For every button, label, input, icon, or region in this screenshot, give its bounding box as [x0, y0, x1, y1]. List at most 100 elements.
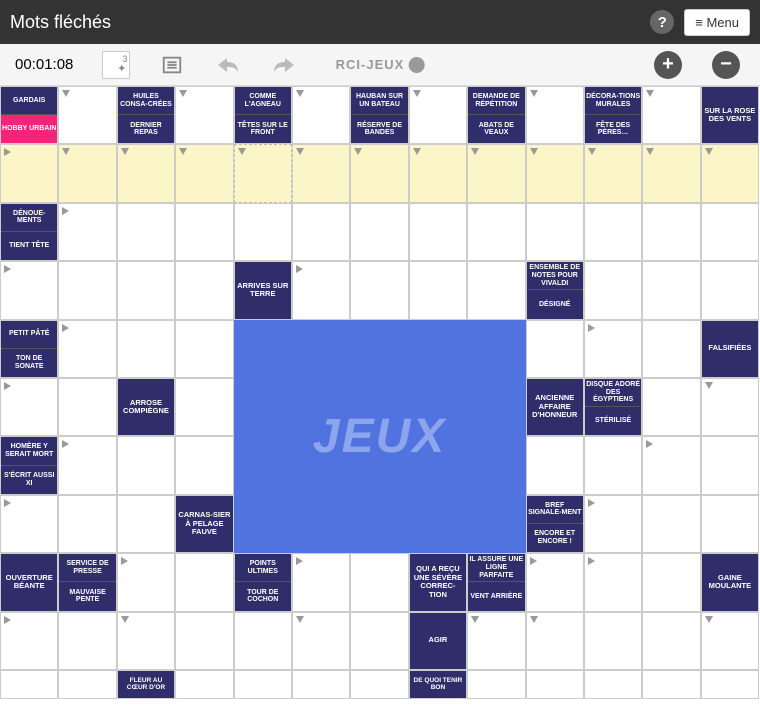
grid-cell[interactable] — [467, 203, 525, 261]
grid-cell[interactable] — [58, 436, 116, 494]
grid-cell[interactable] — [642, 320, 700, 378]
menu-button[interactable]: ≡ Menu — [684, 9, 750, 36]
grid-cell[interactable] — [292, 553, 350, 611]
grid-cell[interactable] — [584, 670, 642, 699]
grid-cell[interactable] — [526, 612, 584, 670]
zoom-out-button[interactable]: − — [712, 51, 740, 79]
grid-cell-active[interactable] — [0, 144, 58, 202]
grid-cell[interactable] — [175, 612, 233, 670]
grid-cell[interactable] — [701, 261, 759, 319]
grid-cell[interactable] — [642, 144, 700, 202]
grid-cell[interactable] — [642, 553, 700, 611]
grid-cell[interactable] — [642, 261, 700, 319]
grid-cell[interactable] — [292, 612, 350, 670]
grid-cell[interactable] — [701, 436, 759, 494]
grid-cell[interactable] — [175, 553, 233, 611]
grid-cell[interactable] — [584, 612, 642, 670]
grid-cell[interactable] — [350, 553, 408, 611]
grid-cell[interactable] — [642, 670, 700, 699]
grid-cell[interactable] — [526, 670, 584, 699]
grid-cell[interactable] — [117, 436, 175, 494]
grid-cell[interactable] — [175, 320, 233, 378]
grid-cell[interactable] — [350, 203, 408, 261]
grid-cell[interactable] — [642, 378, 700, 436]
grid-cell[interactable] — [117, 495, 175, 553]
grid-cell[interactable] — [526, 86, 584, 144]
redo-button[interactable] — [256, 44, 312, 86]
grid-cell[interactable] — [117, 612, 175, 670]
grid-cell[interactable] — [0, 378, 58, 436]
grid-cell[interactable] — [58, 378, 116, 436]
grid-cell[interactable] — [58, 670, 116, 699]
grid-cell[interactable] — [292, 86, 350, 144]
grid-cell[interactable] — [642, 495, 700, 553]
grid-cell[interactable] — [175, 203, 233, 261]
crossword-grid[interactable]: GARDAISHOBBY URBAIN HUILES CONSA-CRÉESDE… — [0, 86, 760, 728]
grid-cell[interactable] — [175, 436, 233, 494]
grid-cell[interactable] — [467, 261, 525, 319]
grid-cell[interactable] — [526, 553, 584, 611]
grid-cell[interactable] — [175, 261, 233, 319]
grid-cell[interactable] — [584, 553, 642, 611]
grid-cell[interactable] — [584, 436, 642, 494]
grid-cell[interactable] — [58, 86, 116, 144]
grid-cell[interactable] — [292, 203, 350, 261]
grid-cell[interactable] — [175, 144, 233, 202]
grid-cell[interactable] — [292, 261, 350, 319]
grid-cell[interactable] — [467, 612, 525, 670]
grid-cell[interactable] — [701, 144, 759, 202]
grid-cell[interactable] — [58, 261, 116, 319]
grid-cell[interactable] — [292, 670, 350, 699]
grid-cell[interactable] — [409, 203, 467, 261]
grid-cell[interactable] — [642, 612, 700, 670]
grid-cell[interactable] — [526, 320, 584, 378]
grid-cell[interactable] — [467, 144, 525, 202]
grid-cell[interactable] — [526, 144, 584, 202]
list-button[interactable] — [144, 44, 200, 86]
grid-cell[interactable] — [350, 144, 408, 202]
grid-cell[interactable] — [0, 612, 58, 670]
grid-cell[interactable] — [526, 203, 584, 261]
grid-cell[interactable] — [701, 612, 759, 670]
grid-cell[interactable] — [58, 320, 116, 378]
grid-cell[interactable] — [58, 144, 116, 202]
grid-cell[interactable] — [350, 261, 408, 319]
grid-cell[interactable] — [292, 144, 350, 202]
grid-cell[interactable] — [117, 320, 175, 378]
grid-cell[interactable] — [234, 670, 292, 699]
grid-cell[interactable] — [409, 86, 467, 144]
grid-cell[interactable] — [584, 320, 642, 378]
grid-cell[interactable] — [642, 86, 700, 144]
grid-cell[interactable] — [117, 261, 175, 319]
grid-cell[interactable] — [234, 203, 292, 261]
grid-cell[interactable] — [58, 612, 116, 670]
grid-cell[interactable] — [0, 670, 58, 699]
grid-cell[interactable] — [0, 495, 58, 553]
help-icon[interactable]: ? — [650, 10, 674, 34]
grid-cell[interactable] — [584, 261, 642, 319]
grid-cell[interactable] — [701, 203, 759, 261]
grid-cell[interactable] — [467, 670, 525, 699]
grid-cell[interactable] — [175, 670, 233, 699]
grid-cell[interactable] — [58, 203, 116, 261]
grid-cell[interactable] — [117, 144, 175, 202]
grid-cell[interactable] — [58, 495, 116, 553]
grid-cell[interactable] — [350, 612, 408, 670]
grid-cell[interactable] — [409, 144, 467, 202]
zoom-in-button[interactable]: + — [654, 51, 682, 79]
grid-cell[interactable] — [526, 436, 584, 494]
grid-cell[interactable] — [117, 553, 175, 611]
grid-cell[interactable] — [350, 670, 408, 699]
grid-cell[interactable] — [701, 670, 759, 699]
grid-cell[interactable] — [701, 378, 759, 436]
grid-cell[interactable] — [234, 144, 292, 202]
grid-cell[interactable] — [234, 612, 292, 670]
grid-cell[interactable] — [642, 203, 700, 261]
grid-cell[interactable] — [175, 378, 233, 436]
grid-cell[interactable] — [642, 436, 700, 494]
grid-cell[interactable] — [584, 203, 642, 261]
hint-button[interactable]: 3✦ — [88, 44, 144, 86]
grid-cell[interactable] — [0, 261, 58, 319]
undo-button[interactable] — [200, 44, 256, 86]
grid-cell[interactable] — [584, 495, 642, 553]
